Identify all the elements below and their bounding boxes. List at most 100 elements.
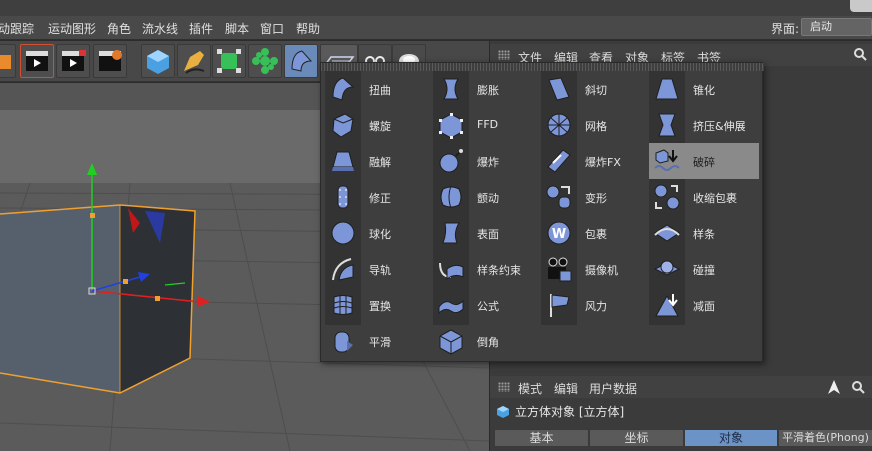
collision-icon xyxy=(653,260,681,276)
deformer-twist[interactable]: 螺旋 xyxy=(325,107,433,143)
deformer-rail[interactable]: 导轨 xyxy=(325,251,433,287)
search-icon[interactable] xyxy=(851,380,865,394)
taper-icon xyxy=(655,78,679,100)
deformer-column-1: 扭曲 螺旋 融解 修正 球化 导轨 置换 平滑 xyxy=(325,71,433,359)
morph-icon xyxy=(546,185,571,209)
deformer-column-3: 斜切 网格 爆炸FX 变形 W 包裹 摄像机 风力 xyxy=(541,71,649,359)
menu-motion-tracking[interactable]: 动跟踪 xyxy=(0,20,34,37)
menu-character[interactable]: 角色 xyxy=(107,20,131,37)
deformer-shrink-wrap[interactable]: 收缩包裹 xyxy=(649,179,757,215)
camera-icon xyxy=(548,257,572,282)
wind-icon xyxy=(550,294,570,317)
popup-tear-off-handle[interactable] xyxy=(321,63,764,71)
deformer-squash-stretch[interactable]: 挤压&伸展 xyxy=(649,107,757,143)
deformer-ffd[interactable]: FFD xyxy=(433,107,541,143)
smoothing-icon xyxy=(334,331,353,353)
render-to-picture-viewer-button[interactable] xyxy=(56,44,90,78)
deformer-menu-button[interactable] xyxy=(284,44,318,78)
shatter-icon xyxy=(654,149,680,171)
menu-script[interactable]: 脚本 xyxy=(225,20,249,37)
deformer-formula[interactable]: 公式 xyxy=(433,287,541,323)
deformer-shatter[interactable]: 破碎 xyxy=(649,143,759,179)
deformer-surface[interactable]: 表面 xyxy=(433,215,541,251)
deformer-spline[interactable]: 样条 xyxy=(649,215,757,251)
pen-tool-button[interactable] xyxy=(177,44,211,78)
panel-grip-icon[interactable] xyxy=(498,50,510,60)
deformer-shear[interactable]: 斜切 xyxy=(541,71,649,107)
layout-select[interactable]: 启动 xyxy=(801,18,872,36)
surface-icon xyxy=(442,222,460,244)
deformer-popup-menu: 扭曲 螺旋 融解 修正 球化 导轨 置换 平滑 膨胀 FFD 爆炸 颤动 表面 … xyxy=(320,62,764,362)
panel-grip-icon[interactable] xyxy=(498,382,510,392)
search-icon[interactable] xyxy=(853,47,867,61)
deformer-displacer[interactable]: 置换 xyxy=(325,287,433,323)
deformer-mesh[interactable]: 网格 xyxy=(541,107,649,143)
subdivision-button[interactable] xyxy=(212,44,246,78)
shear-icon xyxy=(548,77,570,101)
explosion-fx-icon xyxy=(547,149,571,173)
tab-basic[interactable]: 基本 xyxy=(494,429,589,447)
render-settings-button[interactable] xyxy=(93,44,127,78)
cube-icon xyxy=(497,406,509,418)
deformer-bend[interactable]: 扭曲 xyxy=(325,71,433,107)
menu-help[interactable]: 帮助 xyxy=(296,20,320,37)
layout-label: 界面: xyxy=(771,22,800,36)
deformer-wind[interactable]: 风力 xyxy=(541,287,649,323)
deformer-melt[interactable]: 融解 xyxy=(325,143,433,179)
window-corner xyxy=(850,0,872,12)
attribute-manager-menu: 模式 编辑 用户数据 xyxy=(490,376,872,398)
deformer-bevel[interactable]: 倒角 xyxy=(433,323,541,359)
attr-menu-edit[interactable]: 编辑 xyxy=(554,380,578,397)
bend-icon xyxy=(332,77,355,101)
tab-object[interactable]: 对象 xyxy=(684,429,778,447)
shrink-wrap-icon xyxy=(654,184,680,210)
formula-icon xyxy=(438,299,464,315)
polygon-reduction-icon xyxy=(655,294,679,317)
spline-wrap-icon xyxy=(439,262,464,280)
deformer-camera[interactable]: 摄像机 xyxy=(541,251,649,287)
title-strip xyxy=(0,0,872,16)
deformer-morph[interactable]: 变形 xyxy=(541,179,649,215)
tab-coordinates[interactable]: 坐标 xyxy=(589,429,684,447)
menu-window[interactable]: 窗口 xyxy=(260,20,284,37)
melt-icon xyxy=(332,151,354,171)
jiggle-icon xyxy=(440,185,462,209)
deformer-spherify[interactable]: 球化 xyxy=(325,215,433,251)
deformer-explosion[interactable]: 爆炸 xyxy=(433,143,541,179)
cube-tool-button[interactable] xyxy=(141,44,175,78)
menu-mograph[interactable]: 运动图形 xyxy=(48,20,96,37)
toolbar-prev-button[interactable] xyxy=(0,44,16,78)
displacer-icon xyxy=(333,295,353,315)
squash-stretch-icon xyxy=(658,113,676,137)
menu-pipeline[interactable]: 流水线 xyxy=(142,20,178,37)
deformer-polygon-reduction[interactable]: 减面 xyxy=(649,287,757,323)
wrap-icon: W xyxy=(547,221,571,245)
deformer-spline-wrap[interactable]: 样条约束 xyxy=(433,251,541,287)
explosion-icon xyxy=(439,149,463,173)
attr-menu-user-data[interactable]: 用户数据 xyxy=(589,380,637,397)
deformer-collision[interactable]: 碰撞 xyxy=(649,251,757,287)
deformer-wrap[interactable]: W 包裹 xyxy=(541,215,649,251)
menu-bar: 动跟踪 运动图形 角色 流水线 插件 脚本 窗口 帮助 界面: xyxy=(0,16,872,40)
bevel-icon xyxy=(439,329,463,355)
deformer-bulge[interactable]: 膨胀 xyxy=(433,71,541,107)
bulge-icon xyxy=(443,78,459,100)
menu-plugins[interactable]: 插件 xyxy=(189,20,213,37)
spherify-icon xyxy=(331,221,355,245)
deformer-taper[interactable]: 锥化 xyxy=(649,71,757,107)
render-view-button[interactable] xyxy=(20,44,54,78)
ffd-icon xyxy=(439,113,463,139)
attribute-manager-panel: 模式 编辑 用户数据 立方体对象 [立方体] 基本 坐标 对象 平滑着色(Pho… xyxy=(489,376,872,451)
spline-icon xyxy=(654,224,680,242)
pointer-icon[interactable] xyxy=(827,379,841,395)
deformer-explosion-fx[interactable]: 爆炸FX xyxy=(541,143,649,179)
deformer-jiggle[interactable]: 颤动 xyxy=(433,179,541,215)
object-title: 立方体对象 [立方体] xyxy=(496,403,624,420)
tab-phong[interactable]: 平滑着色(Phong) xyxy=(778,429,872,447)
twist-icon xyxy=(332,113,354,138)
array-button[interactable] xyxy=(248,44,282,78)
attr-menu-mode[interactable]: 模式 xyxy=(518,380,542,397)
deformer-correction[interactable]: 修正 xyxy=(325,179,433,215)
mesh-icon xyxy=(547,113,571,137)
deformer-smoothing[interactable]: 平滑 xyxy=(325,323,433,359)
